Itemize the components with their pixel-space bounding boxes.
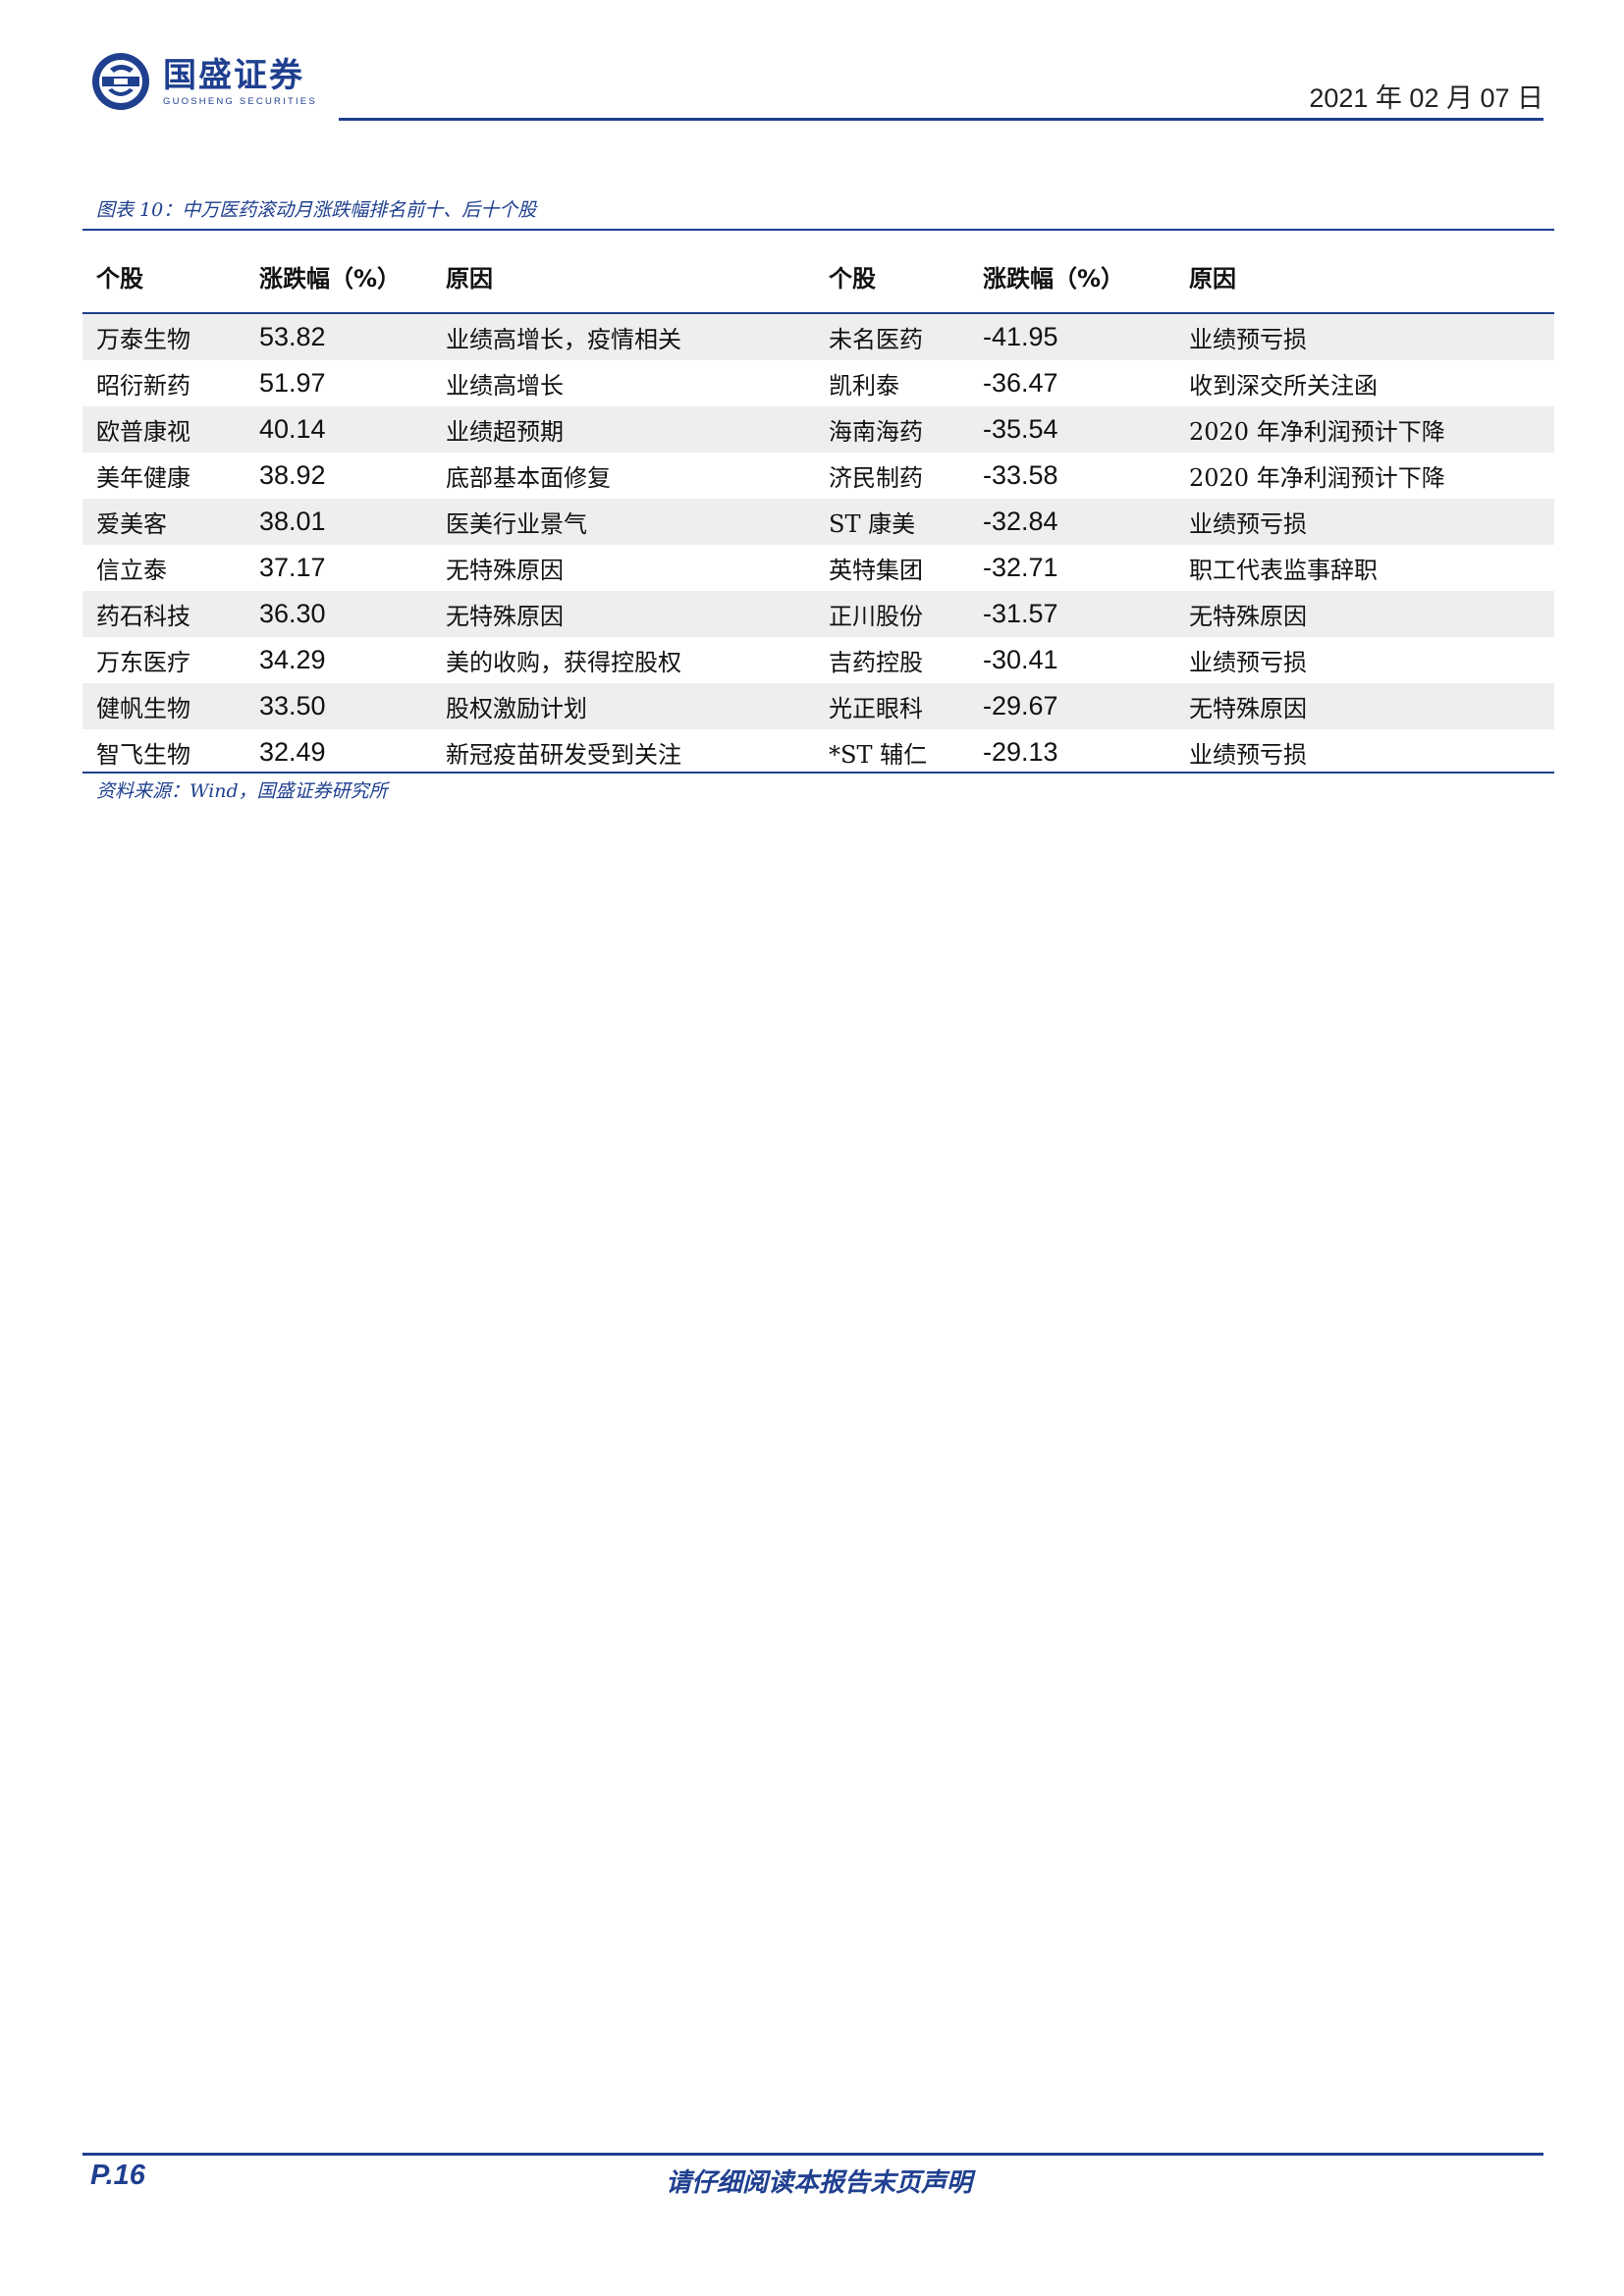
gainer-reason: 底部基本面修复 xyxy=(446,464,611,492)
table-row: 信立泰 37.17 无特殊原因 英特集团 -32.71 职工代表监事辞职 xyxy=(82,545,1554,591)
guosheng-logo-icon xyxy=(92,53,149,110)
gainer-reason: 医美行业景气 xyxy=(446,510,587,538)
header-change-losers: 涨跌幅（%） xyxy=(983,264,1125,293)
header-stock-gainers: 个股 xyxy=(96,264,143,293)
stock-ranking-table: 个股 涨跌幅（%） 原因 个股 涨跌幅（%） 原因 万泰生物 53.82 业绩高增长，疫情相关… xyxy=(82,240,1554,775)
gainer-reason: 股权激励计划 xyxy=(446,695,587,722)
gainer-stock: 美年健康 xyxy=(96,464,190,492)
gainer-stock: 智飞生物 xyxy=(96,741,190,769)
page-number: P.16 xyxy=(90,2160,145,2191)
logo-english-name: GUOSHENG SECURITIES xyxy=(163,95,317,107)
gainer-change: 37.17 xyxy=(259,553,326,582)
loser-reason: 业绩预亏损 xyxy=(1189,741,1307,769)
loser-reason: 无特殊原因 xyxy=(1189,695,1307,722)
gainer-change: 38.92 xyxy=(259,460,326,490)
header-reason-gainers: 原因 xyxy=(446,264,493,293)
gainer-change: 40.14 xyxy=(259,414,326,444)
page-header: 国盛证券 GUOSHENG SECURITIES 2021 年 02 月 07 … xyxy=(90,51,1543,122)
gainer-change: 53.82 xyxy=(259,322,326,351)
footer-divider xyxy=(82,2153,1543,2156)
gainer-stock: 健帆生物 xyxy=(96,695,190,722)
header-reason-losers: 原因 xyxy=(1189,264,1236,293)
loser-stock: *ST 辅仁 xyxy=(829,741,928,769)
gainer-reason: 无特殊原因 xyxy=(446,557,564,584)
table-row: 美年健康 38.92 底部基本面修复 济民制药 -33.58 2020 年净利润预计下降 xyxy=(82,453,1554,499)
figure-source: 资料来源：Wind，国盛证券研究所 xyxy=(96,780,388,802)
loser-stock: 未名医药 xyxy=(829,326,923,353)
loser-stock: 海南海药 xyxy=(829,418,923,446)
loser-stock: ST 康美 xyxy=(829,510,916,538)
header-divider xyxy=(339,118,1543,121)
table-row: 药石科技 36.30 无特殊原因 正川股份 -31.57 无特殊原因 xyxy=(82,591,1554,637)
figure-bottom-rule xyxy=(82,772,1554,774)
loser-stock: 正川股份 xyxy=(829,603,923,630)
figure-top-rule xyxy=(82,229,1554,231)
loser-reason: 收到深交所关注函 xyxy=(1189,372,1378,400)
gainer-stock: 信立泰 xyxy=(96,557,167,584)
loser-reason: 2020 年净利润预计下降 xyxy=(1189,464,1445,492)
logo-chinese-name: 国盛证券 xyxy=(163,55,304,95)
loser-change: -30.41 xyxy=(983,645,1058,674)
loser-change: -35.54 xyxy=(983,414,1058,444)
loser-stock: 吉药控股 xyxy=(829,649,923,676)
loser-stock: 济民制药 xyxy=(829,464,923,492)
gainer-change: 34.29 xyxy=(259,645,326,674)
loser-stock: 凯利泰 xyxy=(829,372,899,400)
header-change-gainers: 涨跌幅（%） xyxy=(259,264,402,293)
loser-stock: 英特集团 xyxy=(829,557,923,584)
loser-stock: 光正眼科 xyxy=(829,695,923,722)
gainer-stock: 万泰生物 xyxy=(96,326,190,353)
loser-reason: 2020 年净利润预计下降 xyxy=(1189,418,1445,446)
table-row: 欧普康视 40.14 业绩超预期 海南海药 -35.54 2020 年净利润预计下降 xyxy=(82,406,1554,453)
table-header-row: 个股 涨跌幅（%） 原因 个股 涨跌幅（%） 原因 xyxy=(82,240,1554,313)
gainer-stock: 昭衍新药 xyxy=(96,372,190,400)
gainer-stock: 药石科技 xyxy=(96,603,190,630)
loser-change: -32.71 xyxy=(983,553,1058,582)
gainer-reason: 新冠疫苗研发受到关注 xyxy=(446,741,681,769)
loser-reason: 职工代表监事辞职 xyxy=(1189,557,1378,584)
loser-reason: 无特殊原因 xyxy=(1189,603,1307,630)
loser-reason: 业绩预亏损 xyxy=(1189,510,1307,538)
gainer-reason: 业绩高增长 xyxy=(446,372,564,400)
gainer-reason: 无特殊原因 xyxy=(446,603,564,630)
table-body: 万泰生物 53.82 业绩高增长，疫情相关 未名医药 -41.95 业绩预亏损 昭衍新药 51… xyxy=(82,313,1554,775)
table-row: 爱美客 38.01 医美行业景气 ST 康美 -32.84 业绩预亏损 xyxy=(82,499,1554,545)
gainer-stock: 欧普康视 xyxy=(96,418,190,446)
table-row: 万东医疗 34.29 美的收购，获得控股权 吉药控股 -30.41 业绩预亏损 xyxy=(82,637,1554,683)
gainer-stock: 万东医疗 xyxy=(96,649,190,676)
loser-change: -29.13 xyxy=(983,737,1058,767)
footer-disclaimer: 请仔细阅读本报告末页声明 xyxy=(666,2168,973,2198)
company-logo: 国盛证券 GUOSHENG SECURITIES xyxy=(90,51,317,112)
loser-change: -36.47 xyxy=(983,368,1058,398)
loser-reason: 业绩预亏损 xyxy=(1189,649,1307,676)
table-row: 健帆生物 33.50 股权激励计划 光正眼科 -29.67 无特殊原因 xyxy=(82,683,1554,729)
gainer-change: 36.30 xyxy=(259,599,326,628)
loser-reason: 业绩预亏损 xyxy=(1189,326,1307,353)
gainer-change: 38.01 xyxy=(259,507,326,536)
figure-title: 图表 10：中万医药滚动月涨跌幅排名前十、后十个股 xyxy=(96,199,537,221)
loser-change: -33.58 xyxy=(983,460,1058,490)
gainer-stock: 爱美客 xyxy=(96,510,167,538)
gainer-change: 51.97 xyxy=(259,368,326,398)
table-row: 昭衍新药 51.97 业绩高增长 凯利泰 -36.47 收到深交所关注函 xyxy=(82,360,1554,406)
gainer-reason: 业绩高增长，疫情相关 xyxy=(446,326,681,353)
gainer-change: 33.50 xyxy=(259,691,326,721)
header-stock-losers: 个股 xyxy=(829,264,876,293)
loser-change: -41.95 xyxy=(983,322,1058,351)
loser-change: -31.57 xyxy=(983,599,1058,628)
table-row: 智飞生物 32.49 新冠疫苗研发受到关注 *ST 辅仁 -29.13 业绩预亏损 xyxy=(82,729,1554,775)
gainer-change: 32.49 xyxy=(259,737,326,767)
table-row: 万泰生物 53.82 业绩高增长，疫情相关 未名医药 -41.95 业绩预亏损 xyxy=(82,313,1554,360)
gainer-reason: 业绩超预期 xyxy=(446,418,564,446)
loser-change: -32.84 xyxy=(983,507,1058,536)
gainer-reason: 美的收购，获得控股权 xyxy=(446,649,681,676)
loser-change: -29.67 xyxy=(983,691,1058,721)
report-date: 2021 年 02 月 07 日 xyxy=(1309,83,1543,113)
